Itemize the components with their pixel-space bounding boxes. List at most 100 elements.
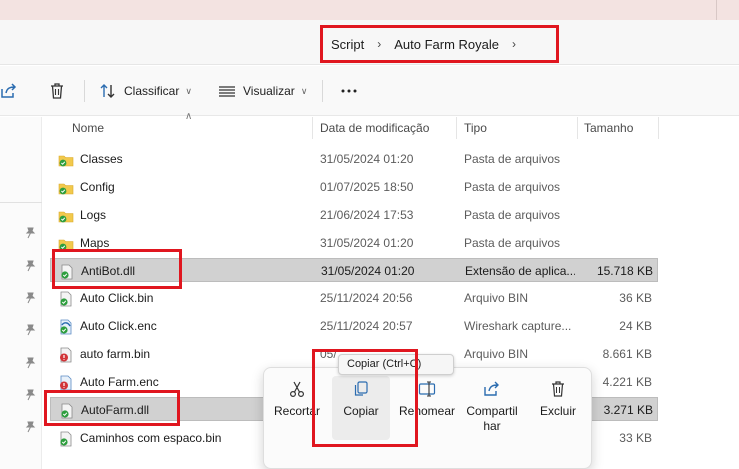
file-name: Config [80,180,115,194]
copy-icon [354,381,368,396]
file-date: 01/07/2025 18:50 [320,180,414,194]
file-type: Extensão de aplica... [465,264,575,278]
chevron-down-icon: ∨ [300,85,308,96]
share-menu-button[interactable]: Compartil har [460,376,524,440]
file-size: 8.661 KB [602,347,652,361]
file-name: Logs [80,208,107,222]
nav-divider [0,202,42,203]
pin-icon[interactable] [24,357,36,369]
pin-icon[interactable] [24,324,36,336]
rename-label: Renomear [398,404,456,418]
title-bar [0,0,739,20]
pin-icon[interactable] [24,389,36,401]
file-type: Wireshark capture... [464,319,572,333]
file-type: Pasta de arquivos [464,236,561,250]
delete-label: Excluir [539,404,576,418]
file-icon [60,291,72,307]
breadcrumb-item-script[interactable]: Script [331,37,364,52]
folder-icon [58,155,74,167]
column-header-name[interactable]: Nome [72,121,104,135]
column-header-date[interactable]: Data de modificação [320,121,429,135]
share-label-line2: har [483,419,501,433]
view-list-icon [218,82,236,100]
sort-ascending-icon: ∧ [185,111,193,122]
copy-label: Copiar [343,404,379,418]
file-size: 36 KB [619,291,652,305]
file-row[interactable]: Auto Click.bin 25/11/2024 20:56 Arquivo … [50,286,658,310]
share-icon [0,82,18,100]
file-date: 31/05/2024 01:20 [321,264,415,278]
toolbar-divider [322,80,323,102]
file-date: 31/05/2024 01:20 [320,236,414,250]
chevron-right-icon[interactable]: › [499,37,529,51]
cut-button[interactable]: Recortar [270,376,324,440]
share-button[interactable] [0,79,18,103]
file-size: 15.718 KB [596,264,653,278]
more-options-button[interactable] [340,79,358,103]
more-icon [340,82,358,100]
file-name: Classes [80,152,123,166]
file-row[interactable]: Config 01/07/2025 18:50 Pasta de arquivo… [50,175,658,199]
file-date: 25/11/2024 20:57 [320,319,413,333]
folder-icon [58,183,74,195]
file-name: AntiBot.dll [81,264,136,278]
file-date: 31/05/2024 01:20 [320,152,414,166]
view-label: Visualizar [243,84,295,98]
column-separator[interactable] [577,117,578,139]
share-label-line1: Compartil [466,404,518,418]
pin-icon[interactable] [24,227,36,239]
file-name: Maps [80,236,110,250]
dll-file-icon [61,264,73,280]
file-row[interactable]: Classes 31/05/2024 01:20 Pasta de arquiv… [50,147,658,171]
folder-icon [58,239,74,251]
breadcrumb-item-auto-farm-royale[interactable]: Auto Farm Royale [394,37,499,52]
pin-icon[interactable] [24,421,36,433]
pin-icon[interactable] [24,292,36,304]
file-row[interactable]: Logs 21/06/2024 17:53 Pasta de arquivos [50,203,658,227]
chevron-right-icon[interactable]: › [364,37,394,51]
context-menu: Recortar Copiar Renomear Compartil har E… [263,367,592,469]
warning-file-icon [60,347,72,363]
column-header-size[interactable]: Tamanho [584,121,633,135]
trash-icon [552,381,564,397]
delete-menu-button[interactable]: Excluir [530,376,586,440]
file-name: auto farm.bin [80,347,151,361]
cut-label: Recortar [273,404,320,418]
rename-icon [418,381,436,397]
copy-tooltip: Copiar (Ctrl+C) [338,354,454,375]
file-type: Pasta de arquivos [464,208,561,222]
sort-button[interactable]: Classificar ∨ [99,79,192,103]
file-type: Pasta de arquivos [464,180,561,194]
file-row[interactable]: Auto Click.enc 25/11/2024 20:57 Wireshar… [50,314,658,338]
sort-icon [99,82,117,100]
scissors-icon [289,381,305,398]
dll-file-icon [61,403,73,419]
wireshark-file-icon [60,319,72,335]
file-row-selected[interactable]: AntiBot.dll 31/05/2024 01:20 Extensão de… [50,258,658,282]
trash-icon [48,82,66,100]
warning-file-icon [60,375,72,391]
file-type: Arquivo BIN [464,347,529,361]
copy-button[interactable]: Copiar [332,376,390,440]
view-button[interactable]: Visualizar ∨ [218,79,307,103]
delete-button[interactable] [48,79,66,103]
file-date: 25/11/2024 20:56 [320,291,413,305]
file-type: Pasta de arquivos [464,152,561,166]
column-header-type[interactable]: Tipo [464,121,487,135]
toolbar-divider [84,80,85,102]
address-bar[interactable]: Script › Auto Farm Royale › [0,20,739,65]
file-size: 24 KB [619,319,652,333]
column-separator[interactable] [312,117,313,139]
column-separator[interactable] [456,117,457,139]
title-bar-divider [716,0,717,20]
column-headers: ∧ Nome Data de modificação Tipo Tamanho [42,111,739,139]
file-row[interactable]: Maps 31/05/2024 01:20 Pasta de arquivos [50,231,658,255]
rename-button[interactable]: Renomear [398,376,456,440]
sort-label: Classificar [124,84,180,98]
folder-icon [58,211,74,223]
breadcrumb: Script › Auto Farm Royale › [320,25,559,63]
pin-icon[interactable] [24,260,36,272]
column-separator[interactable] [658,117,659,139]
share-icon [484,381,499,396]
file-date: 21/06/2024 17:53 [320,208,414,222]
